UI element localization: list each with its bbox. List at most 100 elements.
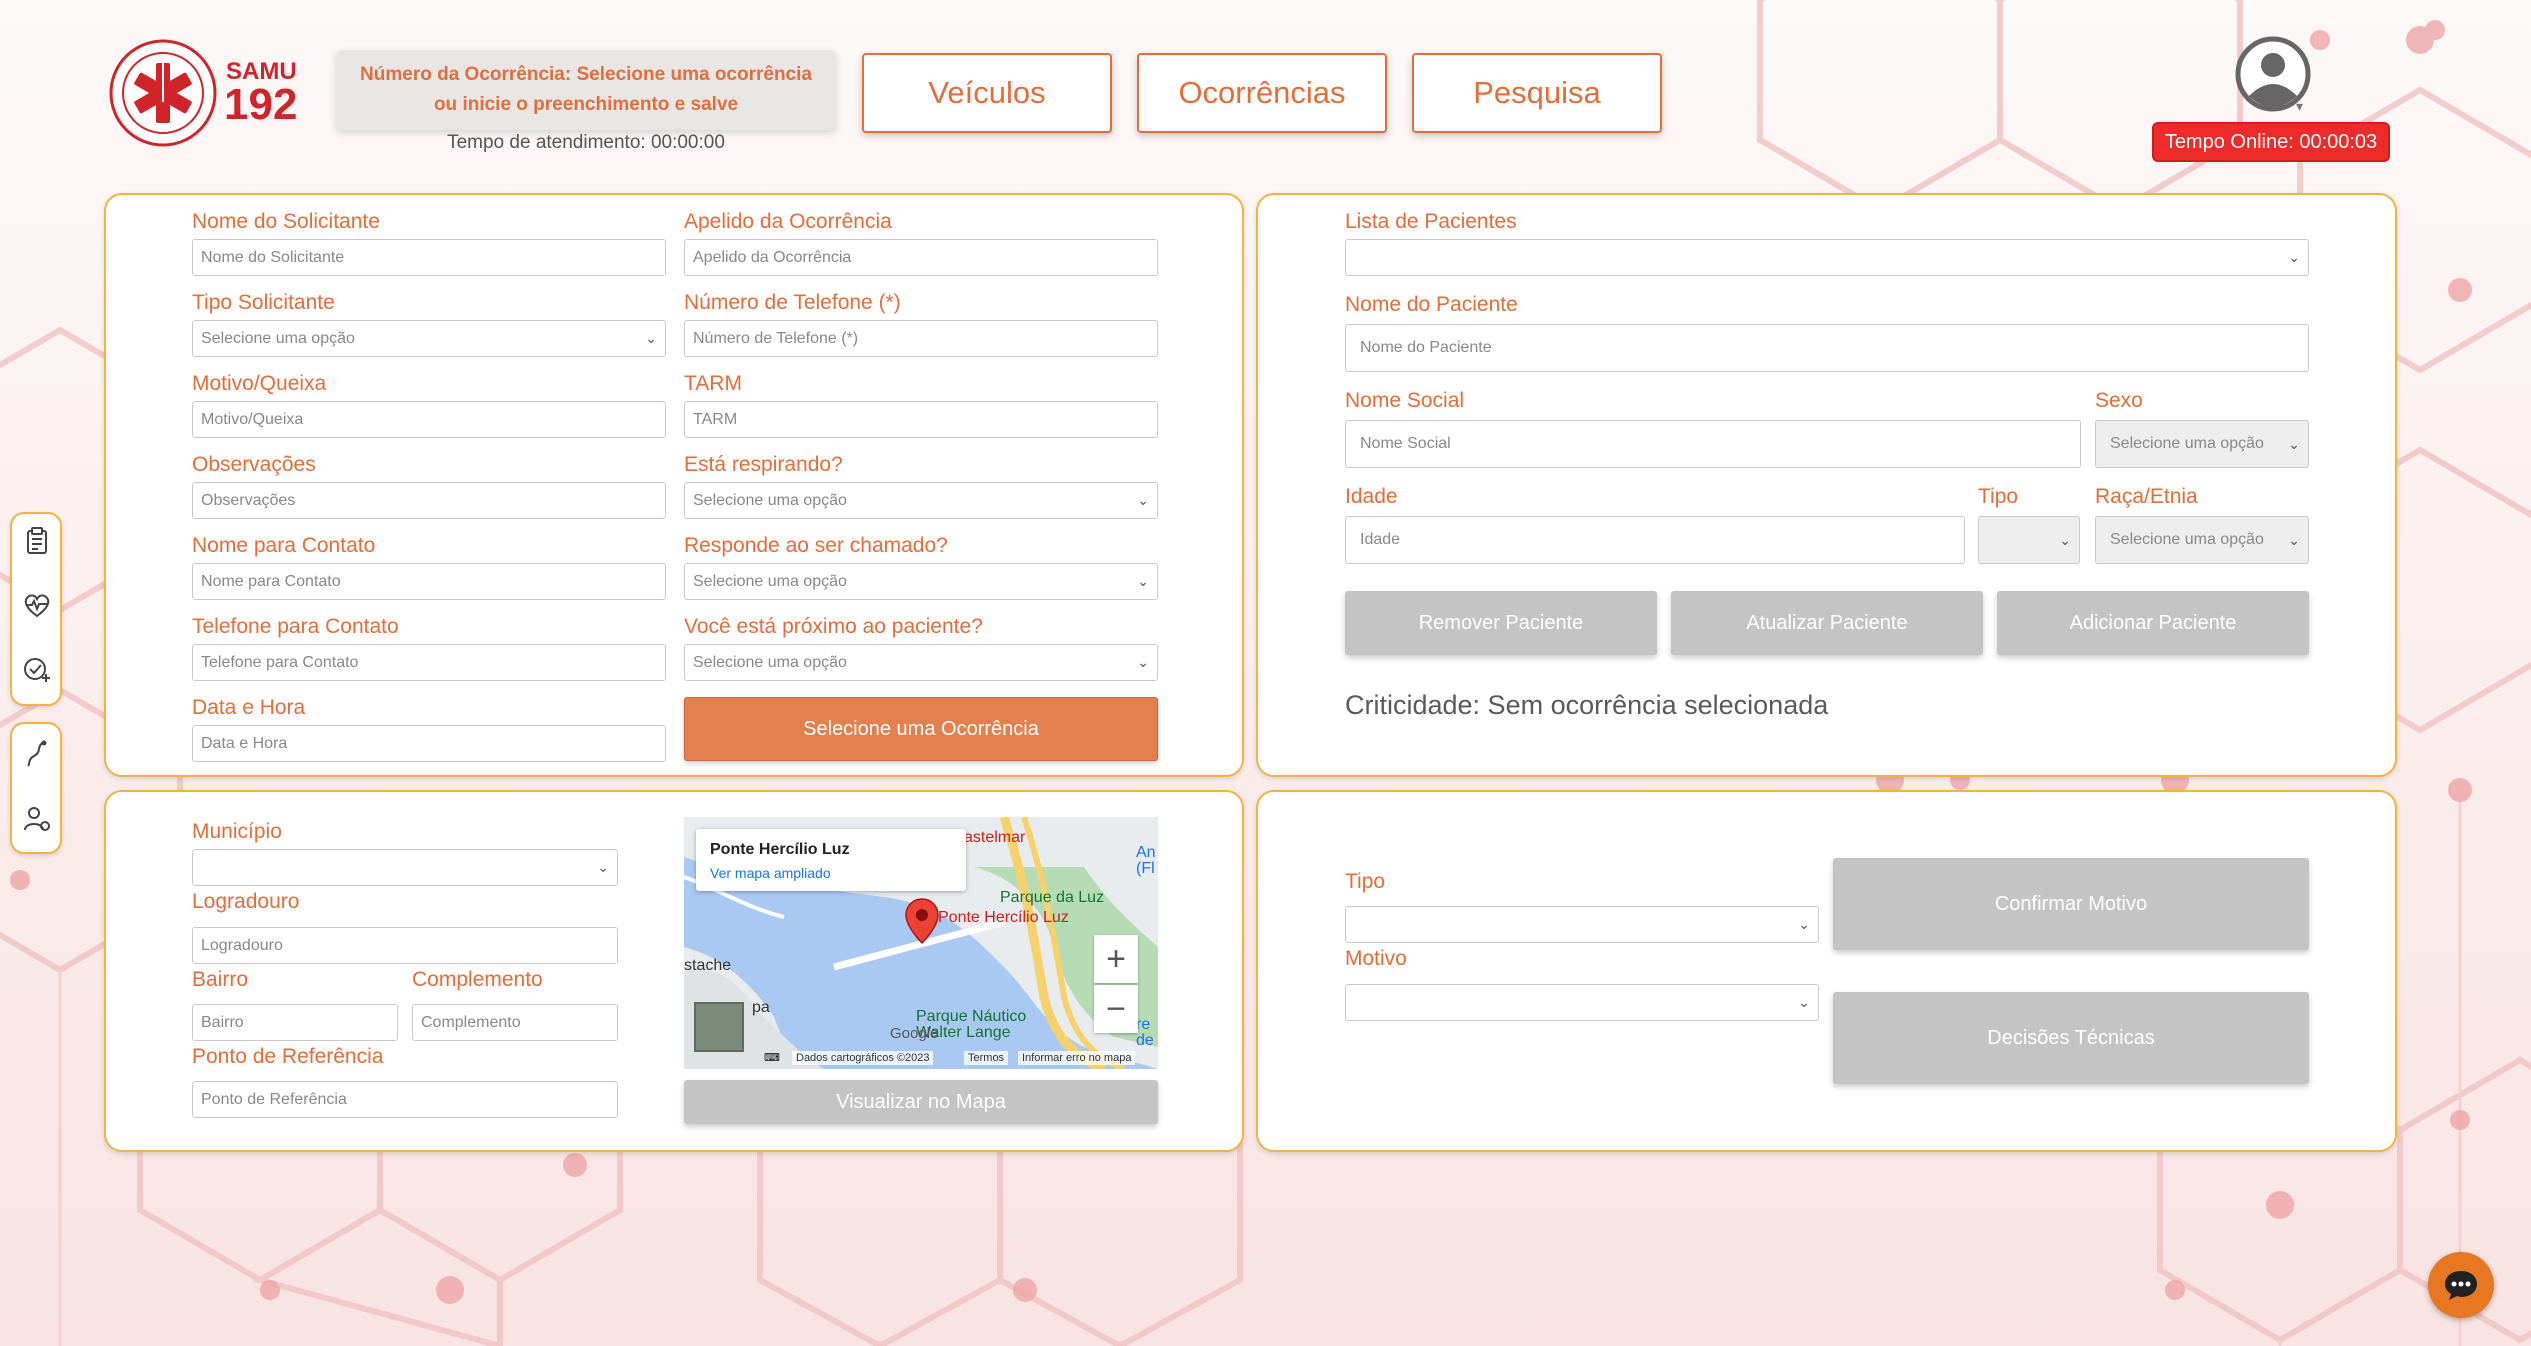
bairro-input[interactable]: Bairro [192,1004,398,1041]
complemento-label: Complemento [412,968,543,991]
select-occurrence-button[interactable]: Selecione uma Ocorrência [684,697,1158,761]
technical-decisions-button[interactable]: Decisões Técnicas [1833,992,2309,1084]
occurrence-number-box: Número da Ocorrência: Selecione uma ocor… [336,50,836,130]
samu-star-of-life-icon [109,39,217,147]
map-label-stache: stache [684,957,732,974]
chevron-down-icon: ⌄ [1137,492,1149,508]
motivo-queixa-label: Motivo/Queixa [192,372,327,395]
tarm-input[interactable]: TARM [684,401,1158,438]
tipo-solicitante-select[interactable]: Selecione uma opção ⌄ [192,320,666,357]
user-settings-icon[interactable] [22,804,52,834]
proximo-select[interactable]: Selecione uma opção ⌄ [684,644,1158,681]
zoom-out-button[interactable]: − [1094,985,1138,1033]
tipo-idade-label: Tipo [1978,485,2019,508]
motivo-select[interactable]: ⌄ [1345,984,1819,1021]
map-label-an: An (Fl [1136,844,1156,877]
map-card-title: Ponte Hercílio Luz [710,841,850,858]
chevron-down-icon: ⌄ [2059,531,2071,548]
chevron-down-icon: ⌄ [2288,249,2300,265]
add-patient-button[interactable]: Adicionar Paciente [1997,591,2309,655]
remove-patient-button[interactable]: Remover Paciente [1345,591,1657,655]
lista-pacientes-label: Lista de Pacientes [1345,210,1517,233]
telefone-label: Número de Telefone (*) [684,291,901,314]
municipio-label: Município [192,820,282,843]
map-label-astelmar: astelmar [964,829,1026,846]
raca-select[interactable]: Selecione uma opção ⌄ [2095,516,2309,564]
chat-button[interactable] [2428,1252,2494,1318]
confirm-motivo-button[interactable]: Confirmar Motivo [1833,858,2309,950]
zoom-in-button[interactable]: + [1094,935,1138,983]
tipo-idade-select[interactable]: ⌄ [1978,516,2080,564]
observacoes-input[interactable]: Observações [192,482,666,519]
responde-select[interactable]: Selecione uma opção ⌄ [684,563,1158,600]
embedded-map[interactable]: Ponte Hercílio Luz Parque da Luz Parque … [684,817,1158,1069]
nome-social-input[interactable]: Nome Social [1345,420,2081,468]
chevron-down-icon: ⌄ [597,859,609,875]
nome-paciente-input[interactable]: Nome do Paciente [1345,324,2309,372]
nome-paciente-label: Nome do Paciente [1345,293,1518,316]
logo-192-text: 192 [224,80,298,129]
map-label-parque-luz: Parque da Luz [1000,889,1105,906]
avatar-caret-icon[interactable]: ▾ [2296,98,2303,115]
chevron-down-icon: ⌄ [1137,654,1149,670]
keyboard-icon[interactable]: ⌨ [764,1051,780,1064]
check-add-icon[interactable] [22,654,52,684]
proximo-label: Você está próximo ao paciente? [684,615,983,638]
data-hora-label: Data e Hora [192,696,306,719]
solicitante-input[interactable]: Nome do Solicitante [192,239,666,276]
map-report-link[interactable]: Informar erro no mapa [1018,1051,1136,1065]
idade-label: Idade [1345,485,1398,508]
map-label-re: re de [1136,1016,1154,1049]
chevron-down-icon: ⌄ [2288,435,2300,452]
tipo-motivo-select[interactable]: ⌄ [1345,906,1819,943]
attendance-time: Tempo de atendimento: 00:00:00 [447,132,725,153]
respirando-label: Está respirando? [684,453,843,476]
respirando-select[interactable]: Selecione uma opção ⌄ [684,482,1158,519]
telefone-input[interactable]: Número de Telefone (*) [684,320,1158,357]
tel-contato-label: Telefone para Contato [192,615,399,638]
sexo-select[interactable]: Selecione uma opção ⌄ [2095,420,2309,468]
tarm-label: TARM [684,372,742,395]
idade-input[interactable]: Idade [1345,516,1965,564]
complemento-input[interactable]: Complemento [412,1004,618,1041]
map-terms-link[interactable]: Termos [964,1051,1009,1065]
municipio-select[interactable]: ⌄ [192,849,618,886]
logradouro-label: Logradouro [192,890,300,913]
apelido-input[interactable]: Apelido da Ocorrência [684,239,1158,276]
respirando-value: Selecione uma opção [693,491,847,509]
raca-label: Raça/Etnia [2095,485,2198,508]
stethoscope-icon[interactable] [22,738,52,768]
map-card-link[interactable]: Ver mapa ampliado [710,865,831,881]
nav-pesquisa-button[interactable]: Pesquisa [1412,53,1662,133]
samu-logo: SAMU 192 [108,38,308,148]
map-attribution: Dados cartográficos ©2023 [792,1051,934,1065]
logradouro-input[interactable]: Logradouro [192,927,618,964]
data-hora-input[interactable]: Data e Hora [192,725,666,762]
chevron-down-icon: ⌄ [1137,573,1149,589]
map-info-card: Ponte Hercílio Luz Ver mapa ampliado [696,829,966,891]
bairro-label: Bairro [192,968,249,991]
update-patient-button[interactable]: Atualizar Paciente [1671,591,1983,655]
map-label-pa: pa [752,999,770,1016]
nav-ocorrencias-button[interactable]: Ocorrências [1137,53,1387,133]
online-time-badge: Tempo Online: 00:00:03 [2152,122,2390,162]
heartbeat-icon[interactable] [22,590,52,620]
contato-input[interactable]: Nome para Contato [192,563,666,600]
lista-pacientes-select[interactable]: ⌄ [1345,239,2309,276]
referencia-input[interactable]: Ponto de Referência [192,1081,618,1118]
observacoes-label: Observações [192,453,316,476]
view-on-map-button[interactable]: Visualizar no Mapa [684,1080,1158,1124]
sexo-value: Selecione uma opção [2110,435,2264,452]
tel-contato-input[interactable]: Telefone para Contato [192,644,666,681]
criticidade-text: Criticidade: Sem ocorrência selecionada [1345,690,1829,720]
nome-social-label: Nome Social [1345,389,1465,412]
tipo-solicitante-value: Selecione uma opção [201,329,355,347]
tipo-solicitante-label: Tipo Solicitante [192,291,335,314]
chat-bubble-icon [2445,1271,2477,1300]
referencia-label: Ponto de Referência [192,1045,384,1068]
nav-veiculos-button[interactable]: Veículos [862,53,1112,133]
side-toolbar-bottom [10,722,62,854]
solicitante-label: Nome do Solicitante [192,210,380,233]
clipboard-icon[interactable] [22,526,52,556]
motivo-queixa-input[interactable]: Motivo/Queixa [192,401,666,438]
